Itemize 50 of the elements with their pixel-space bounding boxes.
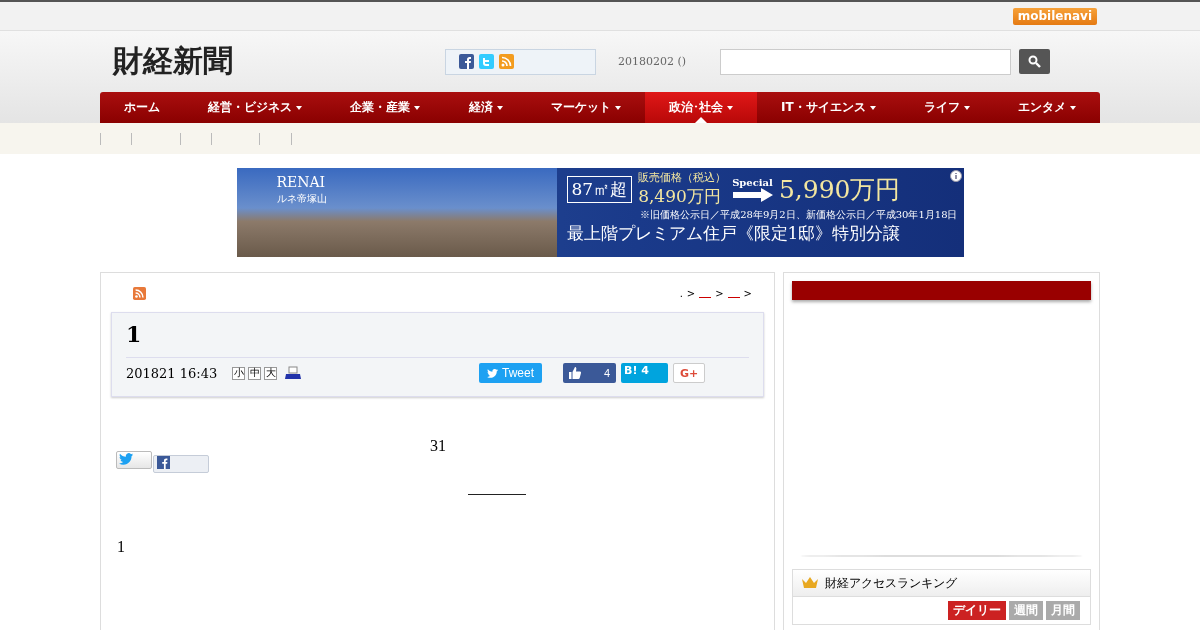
tweet-share-button[interactable] [116, 451, 152, 469]
ad-price-label: 販売価格（税込） [638, 170, 727, 185]
font-size-button[interactable]: 小 [232, 366, 245, 380]
ad-headline: 最上階プレミアム住戸《限定1邸》特別分譲 [566, 222, 902, 245]
article-text: 1 [117, 538, 125, 556]
nav-tab[interactable]: エンタメ [993, 92, 1101, 123]
breadcrumb-separator: . [679, 288, 683, 299]
font-size-button[interactable]: 大 [264, 366, 277, 380]
ad-special-label: Special [732, 176, 773, 188]
bird-icon [119, 452, 133, 465]
info-icon[interactable] [949, 170, 962, 182]
ad-old-price: 8,490万円 [638, 185, 722, 208]
breadcrumb-separator: > [715, 288, 724, 299]
google-plus-button[interactable]: G+ [673, 363, 705, 383]
ad-note: ※旧価格公示日／平成28年9月2日、新価格公示日／平成30年1月18日 [640, 208, 958, 222]
breadcrumb-separator: > [743, 288, 752, 299]
nav-tab[interactable]: 企業・産業 [326, 92, 445, 123]
nav-tab[interactable]: 経済 [444, 92, 527, 123]
nav-tab[interactable]: 経営・ビジネス [184, 92, 327, 123]
facebook-icon [156, 456, 170, 469]
nav-tab[interactable]: IT・サイエンス [756, 92, 900, 123]
search-button[interactable] [1019, 49, 1050, 74]
crown-icon [801, 576, 819, 590]
nav-tab[interactable]: マーケット [526, 92, 645, 123]
ad-new-price: 5,990万円 [778, 173, 901, 206]
ad-brand-subtitle: ルネ帝塚山 [276, 192, 327, 206]
article-date: 201821 16:43 [126, 365, 219, 381]
printer-icon[interactable] [285, 366, 301, 380]
thumbs-up-icon [569, 367, 581, 379]
nav-tab[interactable]: 政治･社会 [644, 92, 757, 123]
font-size-button[interactable]: 中 [248, 366, 261, 380]
search-icon [1028, 55, 1041, 68]
ad-area: 87㎡超 [566, 175, 633, 203]
nav-tab[interactable]: ライフ [899, 92, 994, 123]
rss-icon[interactable] [133, 287, 146, 300]
ranking-tab[interactable]: デイリー [948, 601, 1006, 620]
article-title: 1 [126, 321, 749, 358]
like-button[interactable]: 4 [563, 363, 616, 383]
header-date: 20180202 () [618, 55, 688, 68]
facebook-share-button[interactable] [153, 455, 209, 473]
arrow-icon [732, 187, 773, 202]
site-logo[interactable]: 財経新聞 [113, 41, 445, 82]
ad-brand: RENAI [276, 174, 326, 190]
bird-icon [487, 368, 498, 378]
article-text: 31 [430, 437, 446, 455]
search-field[interactable] [720, 48, 1011, 75]
ranking-title: 財経アクセスランキング [825, 574, 957, 592]
breadcrumb-separator: > [686, 288, 696, 299]
facebook-icon[interactable] [459, 54, 474, 69]
nav-tab[interactable]: ホーム [100, 92, 185, 123]
